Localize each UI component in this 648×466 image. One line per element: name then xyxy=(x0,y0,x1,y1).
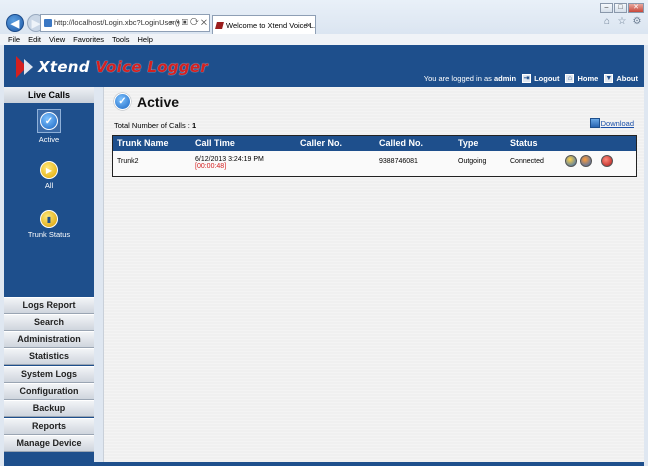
cell-status: Connected xyxy=(510,158,544,165)
download-link[interactable]: Download xyxy=(589,118,634,128)
sidebar-menu-configuration[interactable]: Configuration xyxy=(4,383,94,400)
address-text: http://localhost/Login.xbc?LoginUser() xyxy=(54,18,180,27)
menu-file[interactable]: File xyxy=(8,34,20,45)
close-window-button[interactable]: ✕ xyxy=(628,3,644,13)
maximize-button[interactable]: □ xyxy=(614,3,627,13)
logo-text: Xtend Voice Logger xyxy=(38,58,209,76)
browser-right-icons: ⌂ ☆ ⚙ xyxy=(602,17,642,27)
row-actions xyxy=(565,155,613,167)
column-header-called-no: Called No. xyxy=(379,138,424,148)
page-icon xyxy=(44,19,52,27)
tab-close-icon[interactable]: ✕ xyxy=(305,16,312,35)
column-header-call-time: Call Time xyxy=(195,138,235,148)
main-content: ✓ Active Total Number of Calls : 1 Downl… xyxy=(103,87,644,462)
header-user-bar: You are logged in as admin ⇥ Logout ⌂ Home… xyxy=(424,74,638,83)
download-icon xyxy=(589,118,600,128)
active-calls-table: Trunk Name Call Time Caller No. Called N… xyxy=(112,135,637,177)
browser-tab[interactable]: Welcome to Xtend Voice L... ✕ xyxy=(212,15,316,35)
logo-mark-icon xyxy=(16,56,36,78)
minimize-button[interactable]: – xyxy=(600,3,613,13)
sidebar-menu-logs-report[interactable]: Logs Report xyxy=(4,297,94,314)
total-calls-label: Total Number of Calls : xyxy=(114,121,190,130)
listen-icon[interactable] xyxy=(565,155,577,167)
tab-title: Welcome to Xtend Voice L... xyxy=(226,21,316,30)
sidebar-item-label: All xyxy=(44,181,54,190)
sidebar-menu-search[interactable]: Search xyxy=(4,314,94,331)
browser-menubar: File Edit View Favorites Tools Help xyxy=(0,34,648,45)
address-bar[interactable]: http://localhost/Login.xbc?LoginUser() ⌕… xyxy=(40,14,210,32)
column-header-trunk-name: Trunk Name xyxy=(117,138,169,148)
tab-favicon-icon xyxy=(215,22,224,29)
call-time-text: 6/12/2013 3:24:19 PM xyxy=(195,156,264,163)
menu-edit[interactable]: Edit xyxy=(28,34,41,45)
check-icon: ✓ xyxy=(40,112,58,130)
app-header: Xtend Voice Logger You are logged in as … xyxy=(4,45,644,87)
menu-favorites[interactable]: Favorites xyxy=(73,34,104,45)
logged-in-text: You are logged in as admin xyxy=(423,74,517,83)
about-icon: ▼ xyxy=(604,74,614,83)
sidebar-section-live-calls[interactable]: Live Calls xyxy=(4,87,94,103)
home-link-icon: ⌂ xyxy=(565,74,575,83)
total-calls: Total Number of Calls : 1 xyxy=(114,121,196,130)
sidebar-item-label: Trunk Status xyxy=(27,230,71,239)
home-icon[interactable]: ⌂ xyxy=(602,17,612,27)
sidebar-menu-manage-device[interactable]: Manage Device xyxy=(4,435,94,452)
column-header-status: Status xyxy=(510,138,538,148)
sidebar-menu-backup[interactable]: Backup xyxy=(4,400,94,417)
disconnect-icon[interactable] xyxy=(601,155,613,167)
sidebar-item-label: Active xyxy=(38,135,60,144)
trunk-status-icon: ▮ xyxy=(40,210,58,228)
call-duration: [00:00:48] xyxy=(195,163,227,170)
sidebar-menu-administration[interactable]: Administration xyxy=(4,331,94,348)
logout-link[interactable]: ⇥ Logout xyxy=(522,74,559,83)
sidebar-item-active[interactable]: ✓ Active xyxy=(4,109,94,144)
page-title: ✓ Active xyxy=(114,93,179,110)
active-item-frame: ✓ xyxy=(37,109,61,133)
logout-icon: ⇥ xyxy=(522,74,532,83)
sidebar-item-trunk-status[interactable]: ▮ Trunk Status xyxy=(4,210,94,239)
play-icon: ▶ xyxy=(40,161,58,179)
cell-call-time: 6/12/2013 3:24:19 PM [00:00:48] xyxy=(195,156,264,170)
total-calls-value: 1 xyxy=(191,121,197,130)
page-title-text: Active xyxy=(137,93,180,110)
home-link[interactable]: ⌂ Home xyxy=(565,74,598,83)
sidebar-item-all[interactable]: ▶ All xyxy=(4,161,94,190)
back-button[interactable]: ◀ xyxy=(6,14,24,32)
sidebar-bottom-strip xyxy=(4,462,644,466)
favorites-star-icon[interactable]: ☆ xyxy=(617,17,627,27)
menu-tools[interactable]: Tools xyxy=(112,34,130,45)
menu-view[interactable]: View xyxy=(49,34,65,45)
sidebar-menu-system-logs[interactable]: System Logs xyxy=(4,366,94,383)
table-row[interactable]: Trunk2 6/12/2013 3:24:19 PM [00:00:48] 9… xyxy=(113,151,636,176)
address-tools-icons[interactable]: ⌕ ▾ ▣ ⟳ ✕ xyxy=(170,15,208,31)
username: admin xyxy=(493,74,517,83)
column-header-caller-no: Caller No. xyxy=(300,138,343,148)
sidebar: Live Calls ✓ Active ▶ All ▮ Trunk Status… xyxy=(4,87,94,462)
cell-type: Outgoing xyxy=(458,158,487,165)
cell-trunk: Trunk2 xyxy=(117,158,139,165)
active-check-icon: ✓ xyxy=(114,93,131,110)
column-header-type: Type xyxy=(458,138,479,148)
sidebar-menu-statistics[interactable]: Statistics xyxy=(4,348,94,365)
sidebar-menu-reports[interactable]: Reports xyxy=(4,418,94,435)
cell-called: 9388746081 xyxy=(379,158,418,165)
app-logo: Xtend Voice Logger xyxy=(16,56,208,78)
barge-icon[interactable] xyxy=(580,155,592,167)
menu-help[interactable]: Help xyxy=(138,34,153,45)
gear-icon[interactable]: ⚙ xyxy=(632,17,642,27)
table-header: Trunk Name Call Time Caller No. Called N… xyxy=(113,136,636,151)
window-controls: – □ ✕ xyxy=(600,3,644,13)
about-link[interactable]: ▼ About xyxy=(604,74,638,83)
browser-chrome: ◀ ▶ http://localhost/Login.xbc?LoginUser… xyxy=(0,0,648,45)
